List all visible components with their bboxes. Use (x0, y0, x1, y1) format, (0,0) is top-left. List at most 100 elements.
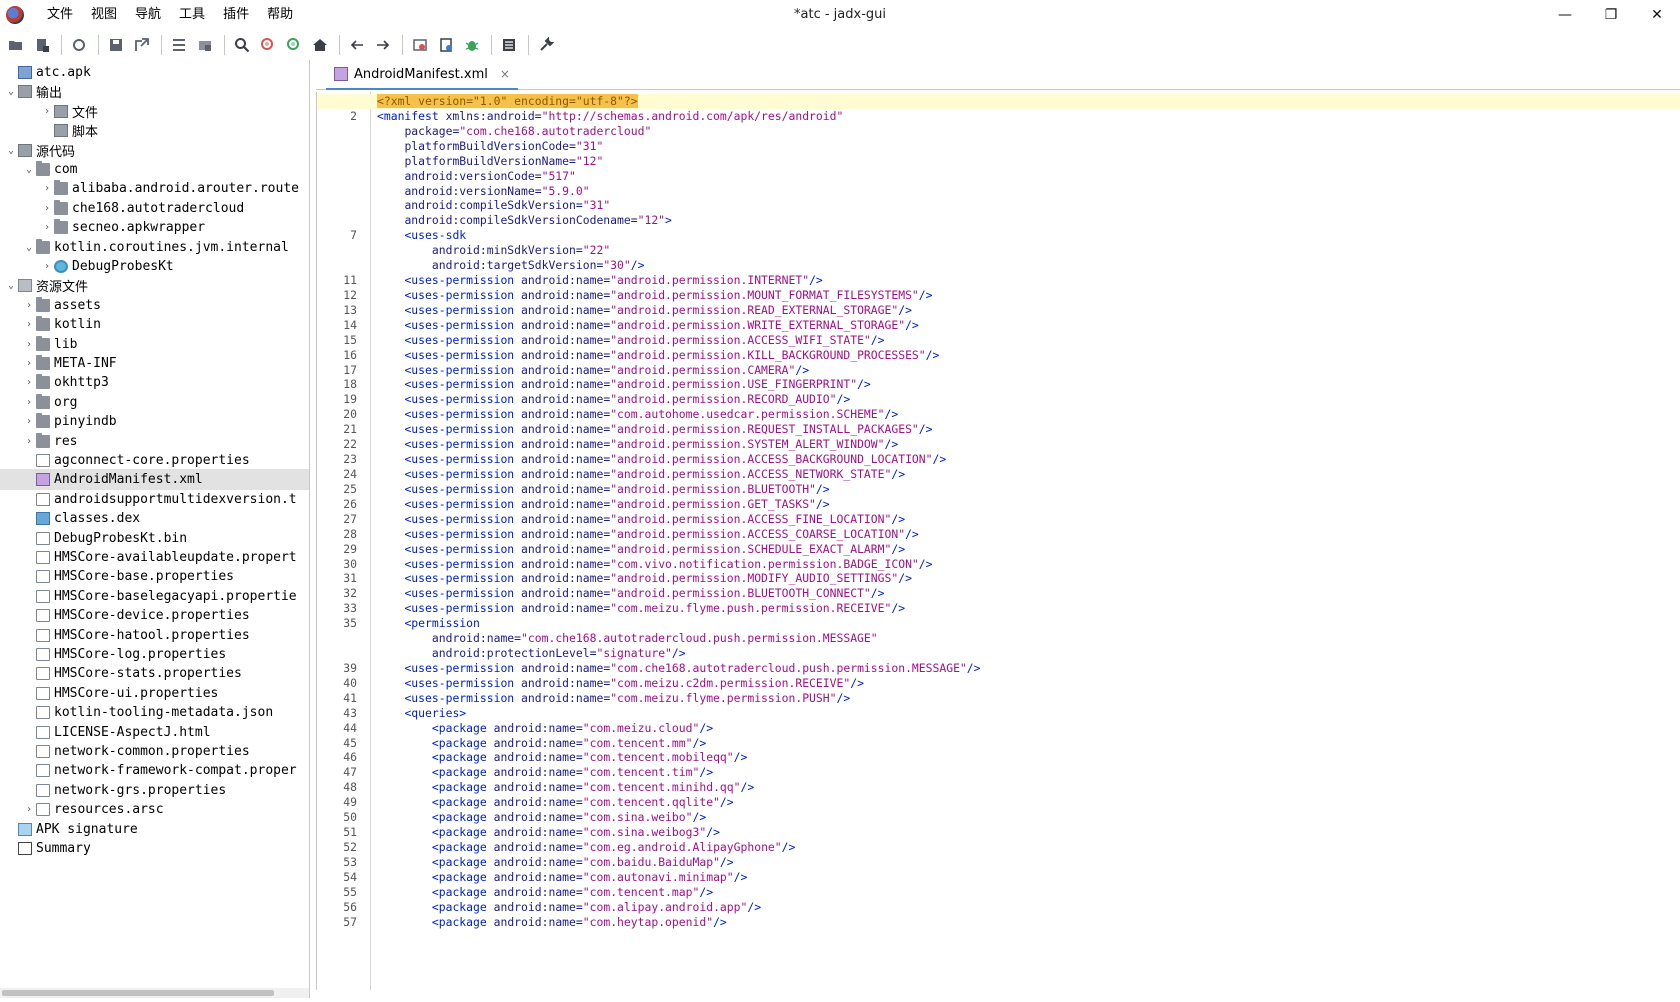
tree-item[interactable]: › kotlin (0, 314, 309, 335)
chevron-right-icon[interactable]: › (40, 183, 54, 194)
tree-item[interactable]: › alibaba.android.arouter.route (0, 178, 309, 199)
menu-view[interactable]: 视图 (82, 0, 126, 30)
code-area[interactable]: <?xml version="1.0" encoding="utf-8"?> 2 <… (316, 92, 1680, 990)
menu-help[interactable]: 帮助 (258, 0, 302, 30)
home-button[interactable] (308, 33, 332, 57)
tree-horizontal-scrollbar[interactable] (0, 988, 309, 998)
tab-close-icon[interactable]: × (500, 67, 510, 81)
open-icon (9, 41, 22, 50)
find-usage-button[interactable] (256, 33, 280, 57)
tree-item[interactable]: HMSCore-base.properties (0, 566, 309, 587)
chevron-right-icon[interactable]: › (22, 804, 36, 815)
tree-item[interactable]: › assets (0, 295, 309, 316)
maximize-button[interactable]: ❐ (1588, 0, 1634, 30)
tree-item[interactable]: HMSCore-baselegacyapi.propertie (0, 586, 309, 607)
tree-item[interactable]: Summary (0, 838, 309, 859)
log-viewer-button[interactable] (497, 33, 521, 57)
tree-item[interactable]: HMSCore-hatool.properties (0, 625, 309, 646)
tree-item[interactable]: HMSCore-log.properties (0, 644, 309, 665)
tree-item[interactable]: ⌄ 输出 (0, 81, 309, 102)
tree-item[interactable]: network-framework-compat.proper (0, 760, 309, 781)
export-button[interactable] (130, 33, 154, 57)
tree-item[interactable]: › META-INF (0, 353, 309, 374)
chevron-right-icon[interactable]: › (22, 436, 36, 447)
menu-tools[interactable]: 工具 (170, 0, 214, 30)
tree-item[interactable]: HMSCore-availableupdate.propert (0, 547, 309, 568)
chevron-right-icon[interactable]: › (22, 319, 36, 330)
tree-item[interactable]: ⌄ kotlin.coroutines.jvm.internal (0, 237, 309, 258)
bookmark-button[interactable] (434, 33, 458, 57)
tree-item[interactable]: ⌄ 资源文件 (0, 275, 309, 296)
menu-plugins[interactable]: 插件 (214, 0, 258, 30)
chevron-right-icon[interactable]: › (22, 377, 36, 388)
settings-button[interactable] (534, 33, 558, 57)
tree-item[interactable]: kotlin-tooling-metadata.json (0, 702, 309, 723)
reload-icon (73, 39, 85, 51)
tree-item[interactable]: › DebugProbesKt (0, 256, 309, 277)
menu-navigation[interactable]: 导航 (126, 0, 170, 30)
save-all-button[interactable] (104, 33, 128, 57)
tree-item[interactable]: network-common.properties (0, 741, 309, 762)
tree-item[interactable]: ⌄ com (0, 159, 309, 180)
chevron-right-icon[interactable]: › (22, 416, 36, 427)
chevron-right-icon[interactable]: › (40, 222, 54, 233)
tree-item[interactable]: HMSCore-device.properties (0, 605, 309, 626)
sync-tree-button[interactable] (167, 33, 191, 57)
chevron-right-icon[interactable]: › (22, 397, 36, 408)
tree-item[interactable]: HMSCore-ui.properties (0, 683, 309, 704)
tree-item[interactable]: › lib (0, 334, 309, 355)
chevron-down-icon[interactable]: ⌄ (22, 164, 36, 175)
code-token: /> (809, 273, 823, 288)
chevron-down-icon[interactable]: ⌄ (4, 280, 18, 291)
chevron-right-icon[interactable]: › (22, 300, 36, 311)
tree-item[interactable]: › res (0, 431, 309, 452)
forward-button[interactable] (371, 33, 395, 57)
tree-item[interactable]: atc.apk (0, 62, 309, 83)
tree-item[interactable]: › secneo.apkwrapper (0, 217, 309, 238)
code-token: /> (891, 541, 906, 556)
tree-item[interactable]: › che168.autotradercloud (0, 198, 309, 219)
back-button[interactable] (345, 33, 369, 57)
tree-item[interactable]: AndroidManifest.xml (0, 469, 309, 491)
line-number: 27 (343, 511, 357, 526)
tree-item[interactable]: ⌄ 源代码 (0, 140, 309, 161)
decompile-all-button[interactable] (408, 33, 432, 57)
tree-item[interactable]: DebugProbesKt.bin (0, 528, 309, 549)
tree-item[interactable]: agconnect-core.properties (0, 450, 309, 471)
chevron-right-icon[interactable]: › (22, 358, 36, 369)
splitter-grip[interactable] (830, 996, 846, 1000)
debug-button[interactable] (460, 33, 484, 57)
tree-item[interactable]: › resources.arsc (0, 799, 309, 820)
tree-item[interactable]: › pinyindb (0, 411, 309, 432)
chevron-right-icon[interactable]: › (40, 261, 54, 272)
tree-item[interactable]: › 文件 (0, 101, 309, 122)
tree-item[interactable]: › org (0, 392, 309, 413)
tree-item[interactable]: classes.dex (0, 508, 309, 529)
add-files-button[interactable] (30, 33, 54, 57)
tree-item[interactable]: network-grs.properties (0, 780, 309, 801)
open-file-button[interactable] (4, 33, 28, 57)
chevron-right-icon[interactable]: › (40, 106, 54, 117)
search-button[interactable] (230, 33, 254, 57)
chevron-right-icon[interactable]: › (22, 339, 36, 350)
minimize-button[interactable]: — (1542, 0, 1588, 30)
tab-android-manifest[interactable]: AndroidManifest.xml × (326, 60, 518, 90)
chevron-down-icon[interactable]: ⌄ (22, 242, 36, 253)
reload-button[interactable] (67, 33, 91, 57)
tree-item[interactable]: 脚本 (0, 120, 309, 141)
menu-file[interactable]: 文件 (38, 0, 82, 30)
tree-item[interactable]: LICENSE-AspectJ.html (0, 722, 309, 743)
chevron-right-icon[interactable]: › (40, 203, 54, 214)
tree-item-label: agconnect-core.properties (54, 453, 250, 468)
tree-item[interactable]: androidsupportmultidexversion.t (0, 489, 309, 510)
tree-item[interactable]: › okhttp3 (0, 372, 309, 393)
close-window-button[interactable]: ✕ (1634, 0, 1680, 30)
find-text-button[interactable] (282, 33, 306, 57)
chevron-down-icon[interactable]: ⌄ (4, 145, 18, 156)
chevron-down-icon[interactable]: ⌄ (4, 86, 18, 97)
tree-item[interactable]: HMSCore-stats.properties (0, 663, 309, 684)
flatten-packages-button[interactable] (193, 33, 217, 57)
tree-item[interactable]: APK signature (0, 819, 309, 840)
tree-scroll-thumb[interactable] (2, 990, 274, 996)
